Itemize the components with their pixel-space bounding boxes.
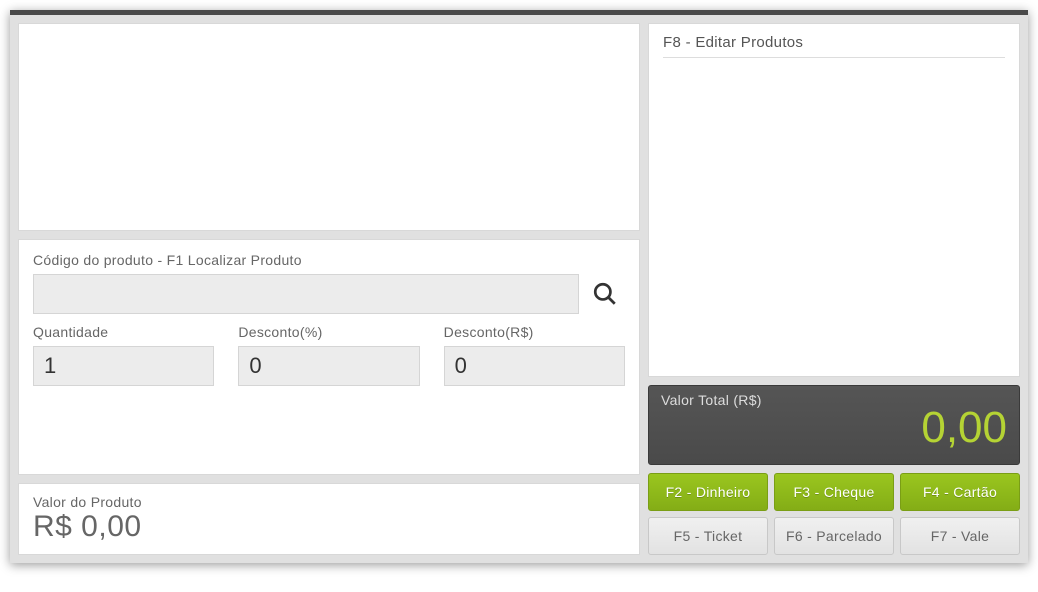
quantidade-label: Quantidade bbox=[33, 324, 214, 340]
search-row bbox=[33, 274, 625, 314]
f6-parcelado-button[interactable]: F6 - Parcelado bbox=[774, 517, 894, 555]
quantidade-input[interactable] bbox=[33, 346, 214, 386]
f4-cartao-button[interactable]: F4 - Cartão bbox=[900, 473, 1020, 511]
product-display-panel bbox=[18, 23, 640, 231]
codigo-input[interactable] bbox=[33, 274, 579, 314]
search-button[interactable] bbox=[585, 274, 625, 314]
quantidade-field: Quantidade bbox=[33, 324, 214, 386]
fields-row: Quantidade Desconto(%) Desconto(R$) bbox=[33, 324, 625, 386]
right-column: F8 - Editar Produtos Valor Total (R$) 0,… bbox=[648, 23, 1020, 555]
desconto-pct-field: Desconto(%) bbox=[238, 324, 419, 386]
desconto-pct-label: Desconto(%) bbox=[238, 324, 419, 340]
f2-dinheiro-button[interactable]: F2 - Dinheiro bbox=[648, 473, 768, 511]
f5-ticket-button[interactable]: F5 - Ticket bbox=[648, 517, 768, 555]
codigo-label: Código do produto - F1 Localizar Produto bbox=[33, 252, 625, 268]
left-column: Código do produto - F1 Localizar Produto… bbox=[18, 23, 640, 555]
f3-cheque-button[interactable]: F3 - Cheque bbox=[774, 473, 894, 511]
product-list-panel: F8 - Editar Produtos bbox=[648, 23, 1020, 377]
payment-buttons: F2 - Dinheiro F3 - Cheque F4 - Cartão F5… bbox=[648, 473, 1020, 555]
f7-vale-button[interactable]: F7 - Vale bbox=[900, 517, 1020, 555]
total-panel: Valor Total (R$) 0,00 bbox=[648, 385, 1020, 465]
total-value: 0,00 bbox=[661, 406, 1007, 450]
editar-produtos-header[interactable]: F8 - Editar Produtos bbox=[663, 34, 1005, 58]
desconto-pct-input[interactable] bbox=[238, 346, 419, 386]
desconto-rs-input[interactable] bbox=[444, 346, 625, 386]
search-icon bbox=[592, 281, 618, 307]
valor-produto-label: Valor do Produto bbox=[33, 494, 625, 510]
product-entry-panel: Código do produto - F1 Localizar Produto… bbox=[18, 239, 640, 475]
desconto-rs-label: Desconto(R$) bbox=[444, 324, 625, 340]
pos-window: Código do produto - F1 Localizar Produto… bbox=[10, 10, 1028, 563]
desconto-rs-field: Desconto(R$) bbox=[444, 324, 625, 386]
valor-produto-panel: Valor do Produto R$ 0,00 bbox=[18, 483, 640, 555]
valor-produto-value: R$ 0,00 bbox=[33, 510, 625, 543]
